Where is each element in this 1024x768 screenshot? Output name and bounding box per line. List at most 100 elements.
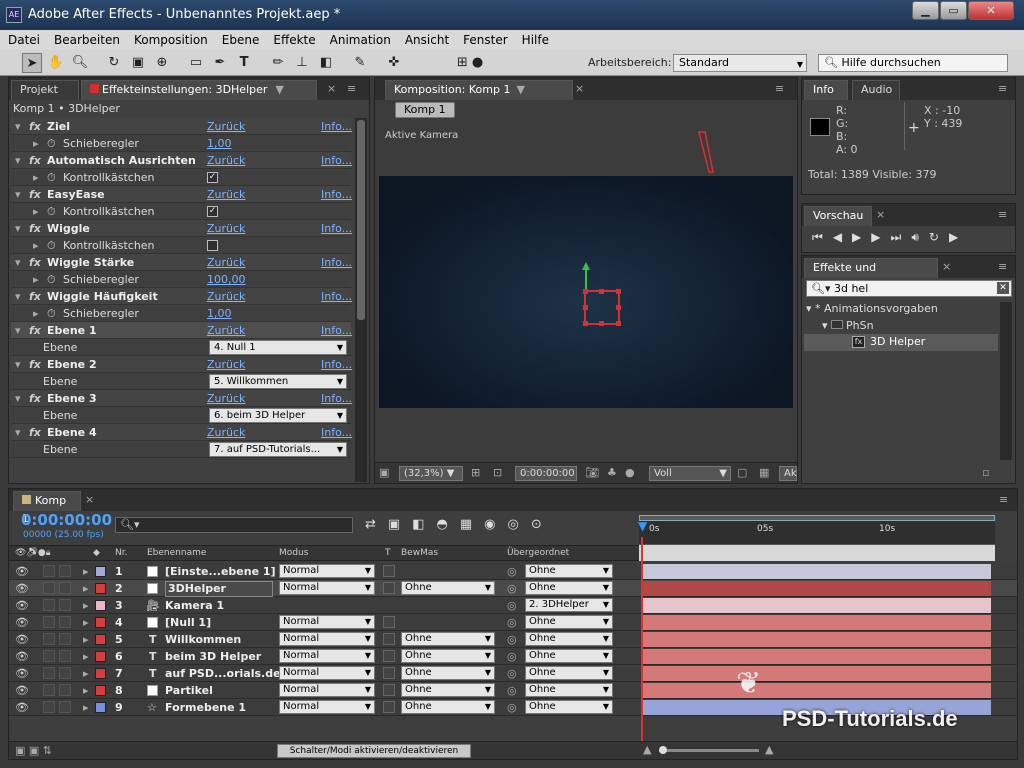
property-value[interactable]: 100,00	[207, 271, 246, 288]
snapshot-icon[interactable]: 📷︎	[585, 466, 599, 479]
expand-arrow-icon[interactable]: ▸	[33, 169, 39, 186]
zoom-select[interactable]: (32,3%) ▼	[399, 466, 463, 481]
solo-switch[interactable]	[43, 633, 55, 645]
playhead-icon[interactable]: ▼	[638, 519, 648, 545]
tab-preview[interactable]: Vorschau	[804, 206, 872, 226]
pickwhip-icon[interactable]: ◎	[507, 682, 517, 699]
expand-arrow-icon[interactable]: ▸	[33, 271, 39, 288]
label-color-swatch[interactable]	[95, 600, 106, 611]
visibility-eye-icon[interactable]: 👁︎	[15, 699, 29, 716]
reset-link[interactable]: Zurück	[207, 254, 245, 271]
viewer-canvas[interactable]	[379, 176, 793, 408]
viewer-time-field[interactable]: 0:00:00:00	[515, 466, 577, 481]
zoom-out-icon[interactable]: ▲	[643, 743, 651, 756]
transparency-grid-icon[interactable]: ▦	[759, 466, 769, 479]
stopwatch-icon[interactable]: ⏱	[47, 203, 56, 220]
rectangle-tool-icon[interactable]: ▭	[186, 53, 206, 73]
close-window-button[interactable]: ✕	[968, 1, 1014, 20]
solo-switch[interactable]	[43, 667, 55, 679]
checkbox[interactable]: ✓	[207, 206, 218, 217]
parent-select[interactable]: Ohne ▼	[525, 632, 613, 646]
layer-duration-bar[interactable]	[643, 581, 991, 596]
blend-mode-select[interactable]: Normal ▼	[279, 615, 375, 629]
layer-expand-arrow-icon[interactable]: ▸	[83, 614, 89, 631]
text-tool-icon[interactable]: T	[234, 53, 254, 73]
reset-link[interactable]: Zurück	[207, 220, 245, 237]
expand-arrow-icon[interactable]: ▾	[15, 322, 21, 339]
lock-switch[interactable]	[59, 582, 71, 594]
timeline-layer-row[interactable]: 👁︎ ▸ 6 Tbeim 3D Helper Normal ▼ Ohne ▼ ◎ Ohne ▼	[9, 648, 1017, 665]
parent-select[interactable]: Ohne ▼	[525, 683, 613, 697]
layer-name[interactable]: [Einste...ebene 1]	[165, 563, 276, 580]
menu-ansicht[interactable]: Ansicht	[397, 30, 455, 47]
layer-name[interactable]: Kamera 1	[165, 597, 224, 614]
reset-link[interactable]: Zurück	[207, 118, 245, 135]
visibility-eye-icon[interactable]: 👁︎	[15, 580, 29, 597]
lock-switch[interactable]	[59, 684, 71, 696]
expand-arrow-icon[interactable]: ▾	[15, 118, 21, 135]
clear-search-icon[interactable]: ✕	[997, 282, 1009, 294]
brainstorm-icon[interactable]: ◎	[507, 517, 530, 532]
label-color-swatch[interactable]	[95, 617, 106, 628]
audio-icon[interactable]: 🔊︎	[911, 230, 929, 244]
new-folder-icon[interactable]: ▫	[982, 466, 989, 479]
label-color-swatch[interactable]	[95, 702, 106, 713]
toggle-resolution-icon[interactable]: ▣	[379, 466, 389, 479]
solo-switch[interactable]	[43, 582, 55, 594]
clone-stamp-tool-icon[interactable]: ⊥	[292, 53, 312, 73]
timeline-layer-row[interactable]: 👁︎ ▸ 1 [Einste...ebene 1] Normal ▼ ◎ Ohne ▼	[9, 563, 1017, 580]
stopwatch-icon[interactable]: ⏱	[47, 237, 56, 254]
blend-mode-select[interactable]: Normal ▼	[279, 632, 375, 646]
checkbox[interactable]	[207, 240, 218, 251]
track-matte-select[interactable]: Ohne ▼	[401, 649, 495, 663]
info-link[interactable]: Info...	[321, 356, 352, 373]
motion-blur-icon[interactable]: ▦	[460, 517, 484, 532]
blend-mode-select[interactable]: Normal ▼	[279, 700, 375, 714]
tab-timeline-komp[interactable]: Komp 1	[13, 491, 81, 525]
track-matte-select[interactable]: Ohne ▼	[401, 666, 495, 680]
solo-switch[interactable]	[43, 650, 55, 662]
mask-icon[interactable]: ⊡	[493, 466, 502, 479]
pickwhip-icon[interactable]: ◎	[507, 614, 517, 631]
blend-mode-select[interactable]: Normal ▼	[279, 683, 375, 697]
menu-animation[interactable]: Animation	[322, 30, 397, 47]
label-color-swatch[interactable]	[95, 651, 106, 662]
fx-icon[interactable]: fx	[29, 356, 41, 373]
maximize-button[interactable]: ▭	[940, 1, 967, 20]
timeline-layer-row[interactable]: 👁︎ ▸ 7 Tauf PSD...orials.de Normal ▼ Ohne ▼ ◎ Ohn…	[9, 665, 1017, 682]
shy-icon[interactable]: ◧	[412, 517, 436, 532]
parent-select[interactable]: Ohne ▼	[525, 581, 613, 595]
layer-name[interactable]: Formebene 1	[165, 699, 246, 716]
zoom-in-icon[interactable]: ▲	[765, 743, 773, 756]
lock-switch[interactable]	[59, 565, 71, 577]
timeline-zoom-slider[interactable]	[659, 746, 759, 754]
info-link[interactable]: Info...	[321, 390, 352, 407]
eraser-tool-icon[interactable]: ◧	[316, 53, 336, 73]
reset-link[interactable]: Zurück	[207, 152, 245, 169]
fx-search-input[interactable]: 🔍︎▾ 3d hel ✕	[806, 280, 1012, 297]
expand-arrow-icon[interactable]: ▸	[33, 305, 39, 322]
track-matte-select[interactable]: Ohne ▼	[401, 632, 495, 646]
menu-effekte[interactable]: Effekte	[265, 30, 321, 47]
layer-expand-arrow-icon[interactable]: ▸	[83, 631, 89, 648]
close-comp-tab-icon[interactable]: ×	[575, 82, 584, 95]
graph-editor-icon[interactable]: ◉	[484, 517, 507, 532]
pickwhip-icon[interactable]: ◎	[507, 665, 517, 682]
parent-select[interactable]: Ohne ▼	[525, 564, 613, 578]
lock-switch[interactable]	[59, 701, 71, 713]
layer-duration-bar[interactable]	[643, 564, 991, 579]
selection-tool-icon[interactable]: ➤	[22, 53, 42, 73]
fx-icon[interactable]: fx	[29, 220, 41, 237]
layer-name[interactable]: 3DHelper	[165, 581, 273, 597]
layer-duration-bar[interactable]	[643, 632, 991, 647]
label-color-swatch[interactable]	[95, 566, 106, 577]
lock-switch[interactable]	[59, 616, 71, 628]
close-fx-tab-icon[interactable]: ×	[942, 260, 951, 273]
solo-switch[interactable]	[43, 616, 55, 628]
fx-scrollbar[interactable]	[1000, 302, 1012, 460]
preserve-transparency-switch[interactable]	[383, 582, 395, 594]
layer-select[interactable]: 7. auf PSD-Tutorials... ▼	[209, 442, 347, 457]
tree-phsn-folder[interactable]: ▾ PhSn	[822, 319, 874, 332]
help-search-input[interactable]: 🔍︎ Hilfe durchsuchen	[818, 54, 1008, 72]
layer-expand-arrow-icon[interactable]: ▸	[83, 597, 89, 614]
